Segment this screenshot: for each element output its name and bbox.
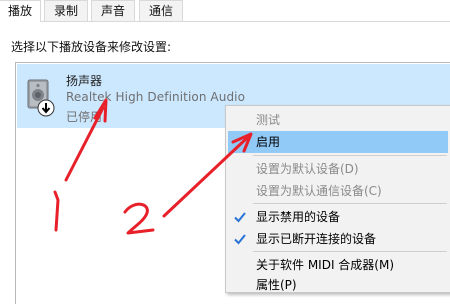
device-status: 已停用: [66, 110, 103, 124]
menu-item-show-disabled[interactable]: 显示禁用的设备: [228, 206, 448, 228]
menu-separator: [253, 203, 447, 204]
device-description: Realtek High Definition Audio: [66, 90, 246, 104]
menu-item-enable[interactable]: 启用: [228, 131, 448, 153]
menu-item-test[interactable]: 测试: [228, 109, 448, 131]
checkmark-icon: [234, 234, 246, 245]
menu-item-about-midi[interactable]: 关于软件 MIDI 合成器(M): [228, 254, 448, 276]
checkmark-icon: [234, 212, 246, 223]
tab-sounds[interactable]: 声音: [91, 0, 135, 21]
menu-item-set-default-comm[interactable]: 设置为默认通信设备(C): [228, 180, 448, 202]
device-name: 扬声器: [66, 74, 103, 88]
tab-bar: 播放 录制 声音 通信: [0, 0, 450, 22]
context-menu: 测试 启用 设置为默认设备(D) 设置为默认通信设备(C) 显示禁用的设备 显示…: [225, 105, 450, 293]
instruction-label: 选择以下播放设备来修改设置:: [11, 40, 172, 54]
speaker-icon: [27, 79, 55, 117]
menu-item-properties[interactable]: 属性(P): [228, 274, 448, 296]
tab-playback[interactable]: 播放: [0, 0, 41, 22]
menu-separator: [253, 155, 447, 156]
menu-item-set-default[interactable]: 设置为默认设备(D): [228, 158, 448, 180]
menu-item-show-disconnected[interactable]: 显示已断开连接的设备: [228, 228, 448, 250]
menu-separator: [253, 251, 447, 252]
tab-recording[interactable]: 录制: [44, 0, 88, 21]
tab-communications[interactable]: 通信: [139, 0, 183, 21]
